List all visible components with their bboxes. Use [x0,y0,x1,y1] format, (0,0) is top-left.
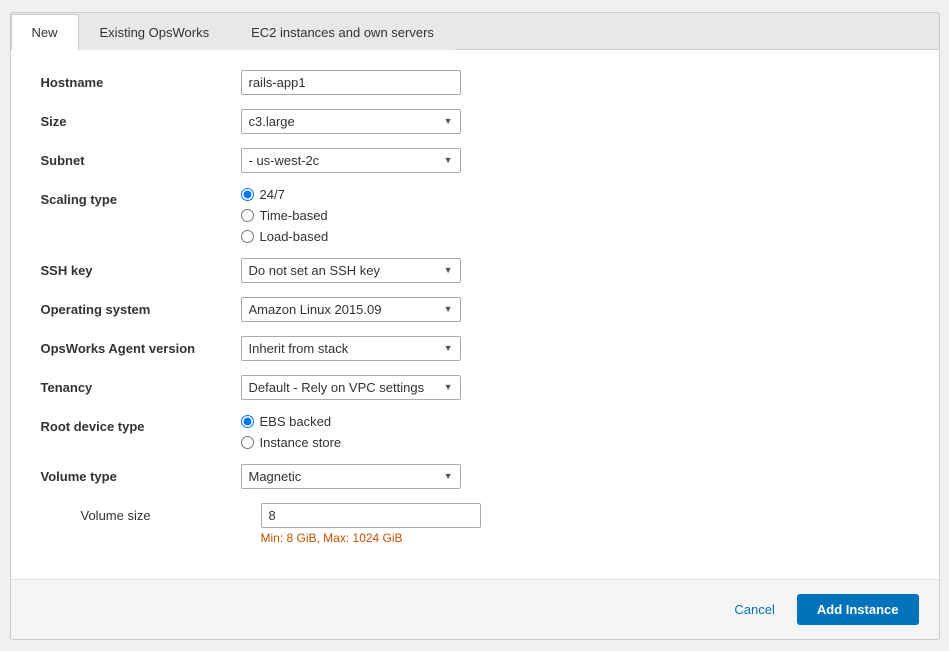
os-row: Operating system Amazon Linux 2015.09 Am… [41,297,909,322]
tenancy-row: Tenancy Default - Rely on VPC settings D… [41,375,909,400]
ssh-key-select-wrapper: Do not set an SSH key my-key-pair [241,258,461,283]
size-control: c3.large t2.micro t2.small t2.medium m3.… [241,109,909,134]
volume-size-row: Volume size Min: 8 GiB, Max: 1024 GiB [61,503,909,545]
root-instance-label: Instance store [260,435,342,450]
ssh-key-row: SSH key Do not set an SSH key my-key-pai… [41,258,909,283]
root-device-radio-group: EBS backed Instance store [241,414,909,450]
ssh-key-label: SSH key [41,258,241,278]
scaling-247-option[interactable]: 24/7 [241,187,909,202]
hostname-row: Hostname [41,70,909,95]
hostname-control [241,70,909,95]
size-label: Size [41,109,241,129]
agent-version-select[interactable]: Inherit from stack 3.0.x 2.0.x [241,336,461,361]
volume-size-hint: Min: 8 GiB, Max: 1024 GiB [261,531,909,545]
scaling-247-label: 24/7 [260,187,285,202]
subnet-select-wrapper: - us-west-2c - us-west-2a - us-west-2b [241,148,461,173]
volume-size-input[interactable] [261,503,481,528]
volume-type-control: Magnetic General Purpose (SSD) Provision… [241,464,909,489]
add-instance-button[interactable]: Add Instance [797,594,919,625]
form-area: Hostname Size c3.large t2.micro t2.small… [11,50,939,579]
scaling-load-option[interactable]: Load-based [241,229,909,244]
subnet-control: - us-west-2c - us-west-2a - us-west-2b [241,148,909,173]
agent-version-control: Inherit from stack 3.0.x 2.0.x [241,336,909,361]
volume-size-control: Min: 8 GiB, Max: 1024 GiB [261,503,909,545]
footer: Cancel Add Instance [11,579,939,639]
scaling-load-label: Load-based [260,229,329,244]
os-select-wrapper: Amazon Linux 2015.09 Amazon Linux 2015.0… [241,297,461,322]
ssh-key-control: Do not set an SSH key my-key-pair [241,258,909,283]
tab-existing[interactable]: Existing OpsWorks [79,14,231,50]
root-instance-radio[interactable] [241,436,254,449]
hostname-input[interactable] [241,70,461,95]
subnet-select[interactable]: - us-west-2c - us-west-2a - us-west-2b [241,148,461,173]
scaling-radio-group: 24/7 Time-based Load-based [241,187,909,244]
subnet-label: Subnet [41,148,241,168]
root-instance-option[interactable]: Instance store [241,435,909,450]
subnet-row: Subnet - us-west-2c - us-west-2a - us-we… [41,148,909,173]
tenancy-select-wrapper: Default - Rely on VPC settings Dedicated… [241,375,461,400]
root-ebs-option[interactable]: EBS backed [241,414,909,429]
volume-type-select-wrapper: Magnetic General Purpose (SSD) Provision… [241,464,461,489]
root-ebs-label: EBS backed [260,414,332,429]
cancel-button[interactable]: Cancel [722,596,786,623]
scaling-247-radio[interactable] [241,188,254,201]
scaling-load-radio[interactable] [241,230,254,243]
os-select[interactable]: Amazon Linux 2015.09 Amazon Linux 2015.0… [241,297,461,322]
scaling-time-radio[interactable] [241,209,254,222]
size-row: Size c3.large t2.micro t2.small t2.mediu… [41,109,909,134]
root-device-label: Root device type [41,414,241,434]
tenancy-label: Tenancy [41,375,241,395]
os-control: Amazon Linux 2015.09 Amazon Linux 2015.0… [241,297,909,322]
tab-ec2[interactable]: EC2 instances and own servers [230,14,455,50]
dialog: New Existing OpsWorks EC2 instances and … [10,12,940,640]
volume-type-select[interactable]: Magnetic General Purpose (SSD) Provision… [241,464,461,489]
os-label: Operating system [41,297,241,317]
tenancy-select[interactable]: Default - Rely on VPC settings Dedicated… [241,375,461,400]
size-select[interactable]: c3.large t2.micro t2.small t2.medium m3.… [241,109,461,134]
tenancy-control: Default - Rely on VPC settings Dedicated… [241,375,909,400]
volume-type-row: Volume type Magnetic General Purpose (SS… [41,464,909,489]
scaling-time-option[interactable]: Time-based [241,208,909,223]
agent-version-row: OpsWorks Agent version Inherit from stac… [41,336,909,361]
volume-type-label: Volume type [41,464,241,484]
volume-size-label: Volume size [61,503,261,523]
size-select-wrapper: c3.large t2.micro t2.small t2.medium m3.… [241,109,461,134]
tabs-bar: New Existing OpsWorks EC2 instances and … [11,13,939,50]
agent-version-select-wrapper: Inherit from stack 3.0.x 2.0.x [241,336,461,361]
ssh-key-select[interactable]: Do not set an SSH key my-key-pair [241,258,461,283]
agent-version-label: OpsWorks Agent version [41,336,241,356]
root-ebs-radio[interactable] [241,415,254,428]
scaling-time-label: Time-based [260,208,328,223]
scaling-type-label: Scaling type [41,187,241,207]
root-device-row: Root device type EBS backed Instance sto… [41,414,909,450]
scaling-type-row: Scaling type 24/7 Time-based Load-based [41,187,909,244]
tab-new[interactable]: New [11,14,79,50]
scaling-type-control: 24/7 Time-based Load-based [241,187,909,244]
hostname-label: Hostname [41,70,241,90]
root-device-control: EBS backed Instance store [241,414,909,450]
